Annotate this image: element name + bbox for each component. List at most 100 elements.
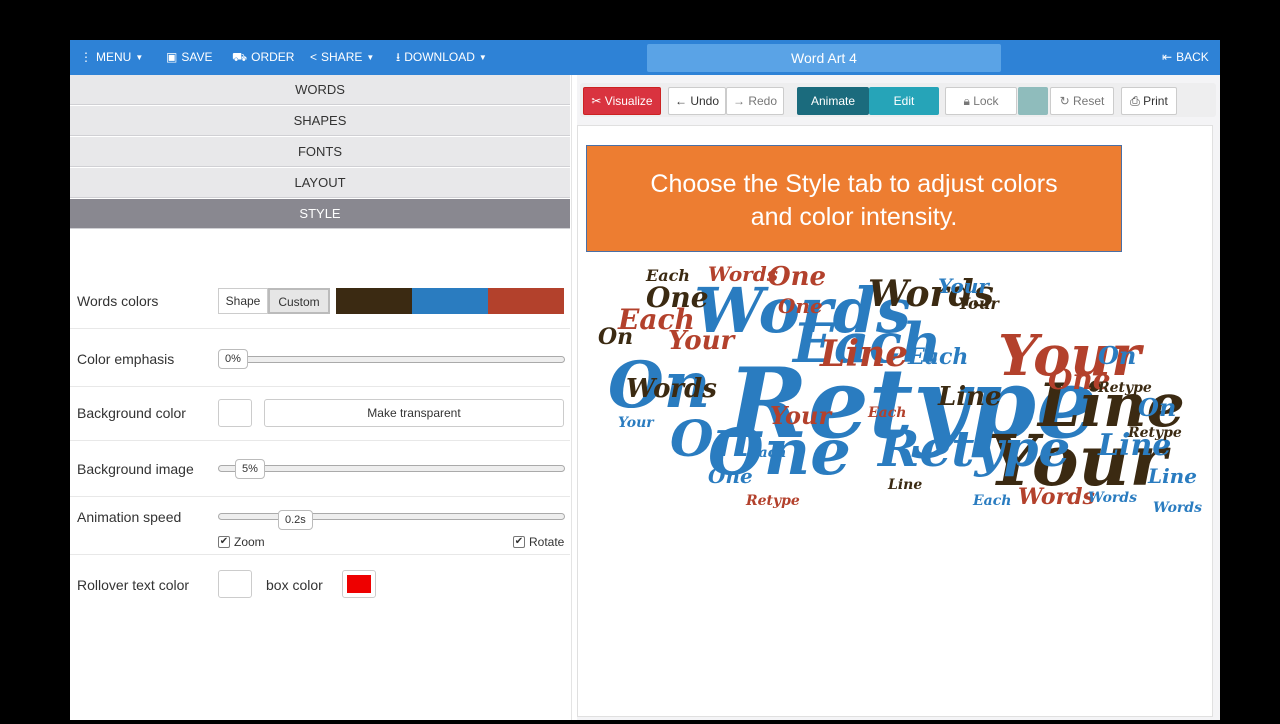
palette-swatch-2[interactable] xyxy=(412,288,488,314)
cloud-word[interactable]: Your xyxy=(618,416,654,430)
cloud-word[interactable]: On xyxy=(1138,396,1176,420)
color-emphasis-value[interactable]: 0% xyxy=(218,349,248,369)
word-art-canvas[interactable]: Choose the Style tab to adjust colors an… xyxy=(577,125,1213,717)
order-label: ORDER xyxy=(251,50,295,64)
printer-icon: ⎙ xyxy=(1130,94,1140,108)
background-image-value[interactable]: 5% xyxy=(235,459,265,479)
background-image-label: Background image xyxy=(77,461,194,477)
cloud-word[interactable]: Retype xyxy=(746,494,800,508)
reset-button[interactable]: ↻ Reset xyxy=(1050,87,1114,115)
accordion-layout[interactable]: LAYOUT xyxy=(70,168,570,198)
undo-label: Undo xyxy=(690,94,720,108)
save-label: SAVE xyxy=(181,50,213,64)
box-color-fill xyxy=(347,575,371,593)
document-title[interactable]: Word Art 4 xyxy=(647,44,1001,72)
cloud-word[interactable]: Words xyxy=(1088,491,1137,505)
word-cloud[interactable]: Retype Words Each On Your Your Line One On Retype… xyxy=(578,256,1214,586)
animation-speed-label: Animation speed xyxy=(77,509,182,525)
cloud-word[interactable]: Each xyxy=(973,494,1011,508)
box-color-swatch[interactable] xyxy=(342,570,376,598)
floppy-disk-icon: ▣ xyxy=(166,50,178,64)
cloud-word[interactable]: Retype xyxy=(878,424,1070,474)
animation-speed-slider[interactable] xyxy=(218,513,565,520)
accordion-fonts[interactable]: FONTS xyxy=(70,137,570,167)
cloud-word[interactable]: One xyxy=(778,296,823,316)
menu-label: MENU xyxy=(96,50,132,64)
reset-label: Reset xyxy=(1073,94,1105,108)
cloud-word[interactable]: Retype xyxy=(1128,426,1182,440)
preview-toolbar: ✂ Visualize ← Undo → Redo Animate Edit 🔒… xyxy=(580,83,1216,117)
cloud-word[interactable]: Retype xyxy=(1098,381,1152,395)
order-button[interactable]: ⛟ ORDER xyxy=(232,40,294,75)
accordion-style[interactable]: STYLE xyxy=(70,199,570,229)
palette-swatch-1[interactable] xyxy=(336,288,412,314)
caret-down-icon: ▼ xyxy=(135,53,144,62)
share-label: SHARE xyxy=(321,50,363,64)
share-icon: < xyxy=(310,50,318,64)
animation-speed-value[interactable]: 0.2s xyxy=(278,510,313,530)
zoom-checkbox[interactable]: ✔ Zoom xyxy=(218,535,265,549)
rotate-checkbox[interactable]: ✔ Rotate xyxy=(513,535,564,549)
animate-button[interactable]: Animate xyxy=(797,87,869,115)
cloud-word[interactable]: On xyxy=(598,326,633,348)
cloud-word[interactable]: Each xyxy=(908,346,968,368)
settings-panel: WORDS SHAPES FONTS LAYOUT STYLE Words co… xyxy=(70,75,572,720)
cloud-word[interactable]: Each xyxy=(748,446,786,460)
save-button[interactable]: ▣ SAVE xyxy=(166,40,212,75)
cloud-word[interactable]: One xyxy=(708,466,753,486)
callout-line-1: Choose the Style tab to adjust colors xyxy=(650,170,1058,198)
cloud-word[interactable]: On xyxy=(1098,344,1136,368)
rollover-text-color-swatch[interactable] xyxy=(218,570,252,598)
vertical-dots-icon: ⋮ xyxy=(80,50,92,64)
box-color-label: box color xyxy=(266,577,323,593)
cloud-word[interactable]: Line xyxy=(820,336,908,372)
back-icon: ⇤ xyxy=(1162,50,1173,64)
share-button[interactable]: < SHARE ▼ xyxy=(310,40,374,75)
arrow-left-icon: ← xyxy=(674,94,687,108)
lock-icon: 🔒︎ xyxy=(963,94,970,108)
cloud-word[interactable]: Line xyxy=(938,384,1002,410)
background-image-slider[interactable] xyxy=(218,465,565,472)
background-color-swatch[interactable] xyxy=(218,399,252,427)
color-swatch-button[interactable] xyxy=(1018,87,1048,115)
preview-panel: ✂ Visualize ← Undo → Redo Animate Edit 🔒… xyxy=(577,75,1220,720)
cloud-word[interactable]: Line xyxy=(888,478,922,492)
cloud-word[interactable]: Line xyxy=(1148,466,1197,486)
tip-callout: Choose the Style tab to adjust colors an… xyxy=(586,145,1122,252)
redo-button[interactable]: → Redo xyxy=(726,87,784,115)
check-icon: ✔ xyxy=(218,536,230,548)
cloud-word[interactable]: Each xyxy=(646,268,690,284)
cloud-word[interactable]: Your xyxy=(668,328,734,354)
cloud-word[interactable]: One xyxy=(768,264,826,290)
back-label: BACK xyxy=(1176,50,1209,64)
cloud-word[interactable]: Each xyxy=(868,406,906,420)
rollover-row: Rollover text color box color xyxy=(70,555,570,613)
cloud-word[interactable]: On xyxy=(670,414,750,464)
cloud-word[interactable]: Words xyxy=(626,376,717,402)
custom-colors-button[interactable]: Custom xyxy=(268,288,330,314)
shape-colors-button[interactable]: Shape xyxy=(218,288,268,314)
accordion-shapes[interactable]: SHAPES xyxy=(70,106,570,136)
cloud-word[interactable]: Your xyxy=(938,276,989,296)
make-transparent-button[interactable]: Make transparent xyxy=(264,399,564,427)
print-button[interactable]: ⎙ Print xyxy=(1121,87,1177,115)
cloud-word[interactable]: Words xyxy=(1153,501,1202,515)
download-button[interactable]: ⭳ DOWNLOAD ▼ xyxy=(396,40,487,75)
download-icon: ⭳ xyxy=(396,50,401,64)
back-button[interactable]: ⇤ BACK xyxy=(1162,40,1209,75)
words-colors-row: Words colors Shape Custom xyxy=(70,275,570,329)
cart-icon: ⛟ xyxy=(232,50,248,64)
palette-swatch-3[interactable] xyxy=(488,288,564,314)
visualize-button[interactable]: ✂ Visualize xyxy=(583,87,661,115)
color-emphasis-slider[interactable] xyxy=(218,356,565,363)
cloud-word[interactable]: Your xyxy=(770,404,831,428)
lock-button[interactable]: 🔒︎ Lock xyxy=(945,87,1017,115)
cloud-word[interactable]: Words xyxy=(1018,486,1095,508)
undo-button[interactable]: ← Undo xyxy=(668,87,726,115)
cloud-word[interactable]: Your xyxy=(958,296,999,312)
caret-down-icon: ▼ xyxy=(366,53,375,62)
menu-button[interactable]: ⋮ MENU ▼ xyxy=(80,40,143,75)
accordion-words[interactable]: WORDS xyxy=(70,75,570,105)
edit-button[interactable]: Edit xyxy=(869,87,939,115)
arrow-right-icon: → xyxy=(732,94,745,108)
